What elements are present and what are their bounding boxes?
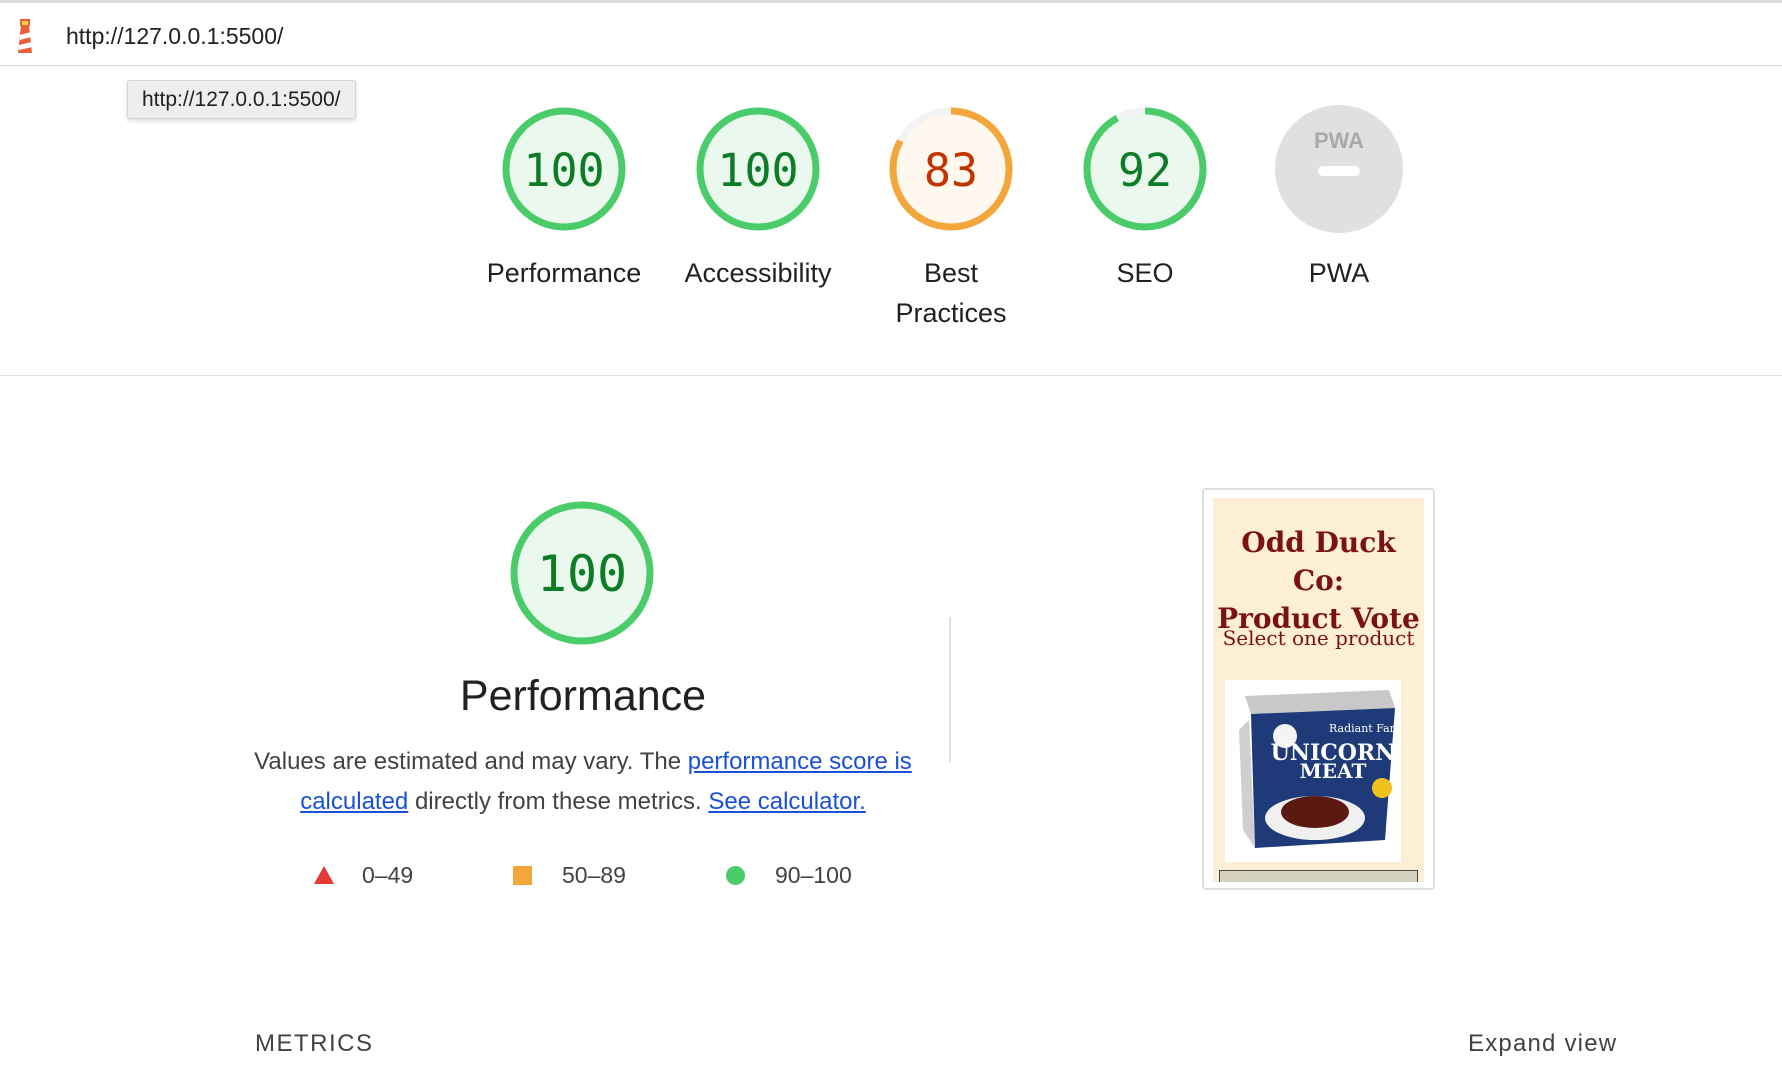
screenshot-title-line1: Odd Duck Co:: [1241, 526, 1396, 597]
meat: [1281, 796, 1349, 828]
url-tooltip: http://127.0.0.1:5500/: [127, 80, 356, 119]
gauge-label-line1: Best: [923, 258, 979, 288]
gauge-score: 100: [717, 144, 798, 197]
report-url[interactable]: http://127.0.0.1:5500/: [66, 23, 283, 50]
performance-score: 100: [537, 545, 627, 603]
screenshot-button: [1219, 870, 1418, 882]
gauge-score: 83: [924, 144, 978, 197]
score-gauge: 83: [889, 107, 1013, 231]
gauge-label: Performance: [486, 258, 642, 288]
triangle-icon: [314, 866, 334, 884]
can-brand: Radiant Farms: [1329, 722, 1401, 735]
expand-view-button[interactable]: Expand view: [1468, 1030, 1617, 1058]
product-image: Radiant Farms UNICORN MEAT: [1225, 680, 1411, 862]
legend-range: 90–100: [775, 862, 852, 888]
score-gauge: 100: [510, 501, 654, 645]
gauge-score: 100: [523, 144, 604, 197]
section-divider: [0, 375, 1782, 376]
performance-title: Performance: [459, 672, 707, 720]
circle-icon: [726, 866, 745, 885]
pwa-badge-icon: PWA: [1275, 105, 1403, 233]
can-label-line2: MEAT: [1300, 759, 1367, 783]
gauge-score: 92: [1118, 144, 1172, 197]
see-calculator-link[interactable]: See calculator.: [708, 788, 865, 815]
gauge-label-line2: Practices: [895, 298, 1007, 328]
square-icon: [513, 866, 532, 885]
score-gauge: 100: [696, 107, 820, 231]
desc-text: directly from these metrics.: [408, 788, 709, 815]
pwa-dash: [1318, 166, 1360, 176]
gauge-pwa[interactable]: PWA PWA: [1249, 105, 1429, 293]
gauge-best-practices[interactable]: 83 Best Practices: [861, 105, 1041, 333]
score-gauge: 92: [1083, 107, 1207, 231]
performance-gauge-large: 100: [508, 499, 656, 652]
screenshot-subtitle: Select one product: [1222, 626, 1415, 650]
metrics-heading: METRICS: [255, 1030, 374, 1057]
desc-text: Values are estimated and may vary. The: [254, 748, 688, 775]
lighthouse-icon: [18, 19, 33, 53]
gauge-label: PWA: [1308, 258, 1370, 288]
gauge-performance[interactable]: 100 Performance: [474, 105, 654, 293]
gauge-seo[interactable]: 92 SEO: [1055, 105, 1235, 293]
gauge-label: Accessibility: [684, 258, 832, 288]
screenshot-content: Odd Duck Co: Product Vote Select one pro…: [1213, 498, 1424, 882]
legend-range: 50–89: [562, 862, 626, 888]
unicorn-meat-can-image: Radiant Farms UNICORN MEAT: [1239, 690, 1411, 848]
pwa-badge-text: PWA: [1314, 128, 1364, 153]
vertical-divider: [949, 617, 951, 762]
performance-description: Values are estimated and may vary. The p…: [253, 742, 913, 822]
gauge-label: Best Practices: [861, 253, 1041, 333]
screenshot-title: Odd Duck Co: Product Vote: [1213, 524, 1424, 638]
gauge-label: SEO: [1116, 258, 1174, 288]
report-url-bar: http://127.0.0.1:5500/: [0, 3, 1782, 66]
score-gauge: 100: [502, 107, 626, 231]
final-screenshot-thumbnail[interactable]: Odd Duck Co: Product Vote Select one pro…: [1202, 488, 1435, 890]
legend-range: 0–49: [362, 862, 414, 888]
gauge-accessibility[interactable]: 100 Accessibility: [668, 105, 848, 293]
